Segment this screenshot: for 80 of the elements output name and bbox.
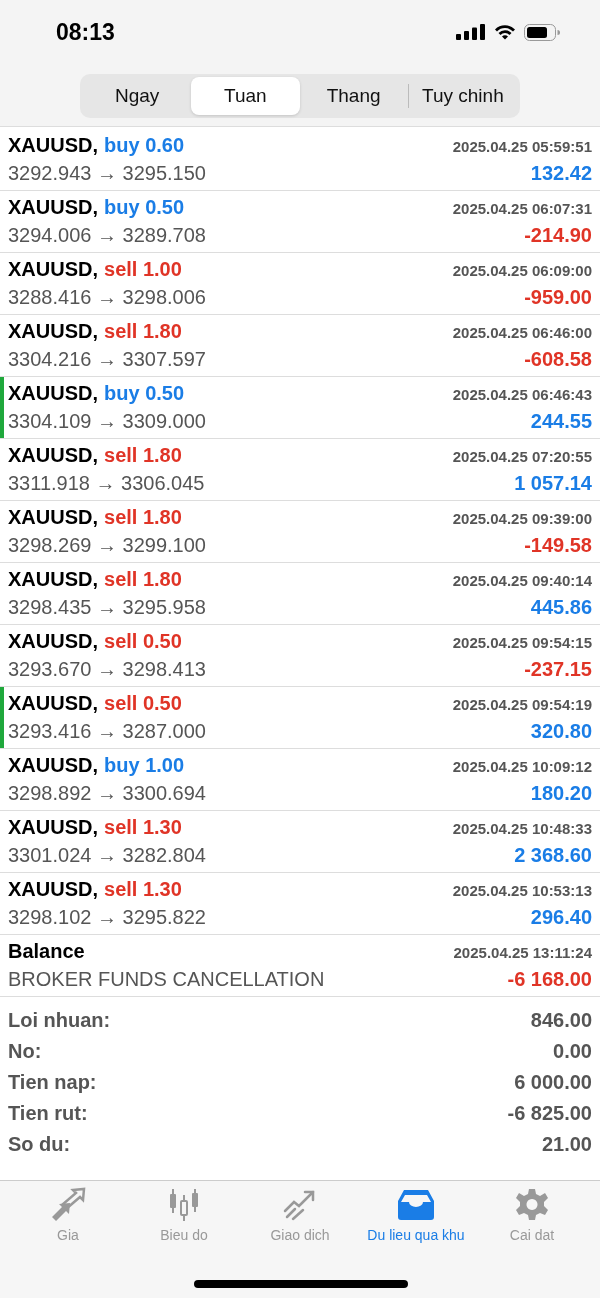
deal-title: XAUUSD, sell 0.50 [8,630,182,653]
deal-detail: 3293.416 → 3287.000 [8,720,206,743]
deal-detail: 3294.006 → 3289.708 [8,224,206,247]
deal-profit: 296.40 [530,906,592,929]
summary-label: No: [8,1040,42,1063]
inbox-icon [396,1187,436,1223]
deal-detail: 3288.416 → 3298.006 [8,286,206,309]
tab-bar-item[interactable]: Giao dich [242,1187,358,1243]
tab-bar-item[interactable]: Cai dat [474,1187,590,1243]
deal-profit: 445.86 [530,596,592,619]
deal-title: XAUUSD, sell 1.00 [8,258,182,281]
deal-detail: BROKER FUNDS CANCELLATION [8,968,325,991]
tab-bar-item[interactable]: Bieu do [126,1187,242,1243]
deal-title: XAUUSD, sell 1.80 [8,320,182,343]
deal-profit: 180.20 [530,782,592,805]
segment-tab[interactable]: Tuan [191,77,300,115]
deal-time: 2025.04.25 10:48:33 [452,820,592,837]
deal-profit: -214.90 [524,224,592,247]
deal-detail: 3304.216 → 3307.597 [8,348,206,371]
segment-tab[interactable]: Tuy chinh [408,77,517,115]
deal-detail: 3298.269 → 3299.100 [8,534,206,557]
deal-time: 2025.04.25 06:09:00 [452,262,592,279]
deal-detail: 3301.024 → 3282.804 [8,844,206,867]
deal-title: XAUUSD, sell 1.80 [8,568,182,591]
deal-profit: 132.42 [530,162,592,185]
deal-time: 2025.04.25 10:09:12 [452,758,592,775]
wifi-icon [494,24,516,40]
deal-detail: 3292.943 → 3295.150 [8,162,206,185]
deal-title: XAUUSD, sell 1.80 [8,444,182,467]
deal-profit: 1 057.14 [514,472,592,495]
deal-time: 2025.04.25 05:59:51 [452,138,592,155]
deal-title: XAUUSD, sell 1.80 [8,506,182,529]
status-time: 08:13 [56,18,115,46]
deal-time: 2025.04.25 06:46:00 [452,324,592,341]
deal-profit: 244.55 [530,410,592,433]
summary-value: 0.00 [553,1040,592,1063]
summary-value: -6 825.00 [507,1102,592,1125]
deal-detail: 3298.102 → 3295.822 [8,906,206,929]
deal-time: 2025.04.25 09:54:19 [452,696,592,713]
deal-title: XAUUSD, sell 1.30 [8,816,182,839]
summary-value: 21.00 [541,1133,592,1156]
deal-profit: -237.15 [524,658,592,681]
deal-time: 2025.04.25 06:46:43 [452,386,592,403]
deal-profit: 2 368.60 [514,844,592,867]
deal-profit: -149.58 [524,534,592,557]
deal-detail: 3311.918 → 3306.045 [8,472,205,495]
signal-icon [456,24,486,40]
deal-detail: 3293.670 → 3298.413 [8,658,206,681]
deal-title: XAUUSD, buy 0.60 [8,134,185,157]
summary-label: Tien rut: [8,1102,88,1125]
deal-profit: -959.00 [524,286,592,309]
segment-tab[interactable]: Thang [299,77,408,115]
deal-time: 2025.04.25 09:40:14 [452,572,592,589]
deal-title: XAUUSD, buy 0.50 [8,196,185,219]
deal-time: 2025.04.25 07:20:55 [452,448,592,465]
summary-value: 846.00 [530,1009,592,1032]
deal-time: 2025.04.25 09:39:00 [452,510,592,527]
deal-time: 2025.04.25 09:54:15 [452,634,592,651]
deal-profit: -608.58 [524,348,592,371]
deal-title: XAUUSD, sell 0.50 [8,692,182,715]
deal-title: XAUUSD, sell 1.30 [8,878,182,901]
summary-value: 6 000.00 [514,1071,592,1094]
battery-icon [524,23,560,41]
deal-title: Balance [8,940,85,963]
summary-label: So du: [8,1133,71,1156]
tab-bar-item[interactable]: Gia [10,1187,126,1243]
summary-label: Loi nhuan: [8,1009,111,1032]
deal-detail: 3298.435 → 3295.958 [8,596,206,619]
deal-time: 2025.04.25 13:11:24 [453,944,592,961]
tab-bar-item[interactable]: Du lieu qua khu [358,1187,474,1243]
deal-detail: 3298.892 → 3300.694 [8,782,206,805]
deal-title: XAUUSD, buy 0.50 [8,382,185,405]
deal-profit: 320.80 [530,720,592,743]
deal-profit: -6 168.00 [507,968,592,991]
deal-time: 2025.04.25 10:53:13 [452,882,592,899]
deal-title: XAUUSD, buy 1.00 [8,754,185,777]
segment-tab[interactable]: Ngay [83,77,192,115]
deal-detail: 3304.109 → 3309.000 [8,410,206,433]
summary-label: Tien nap: [8,1071,97,1094]
deal-time: 2025.04.25 06:07:31 [452,200,592,217]
